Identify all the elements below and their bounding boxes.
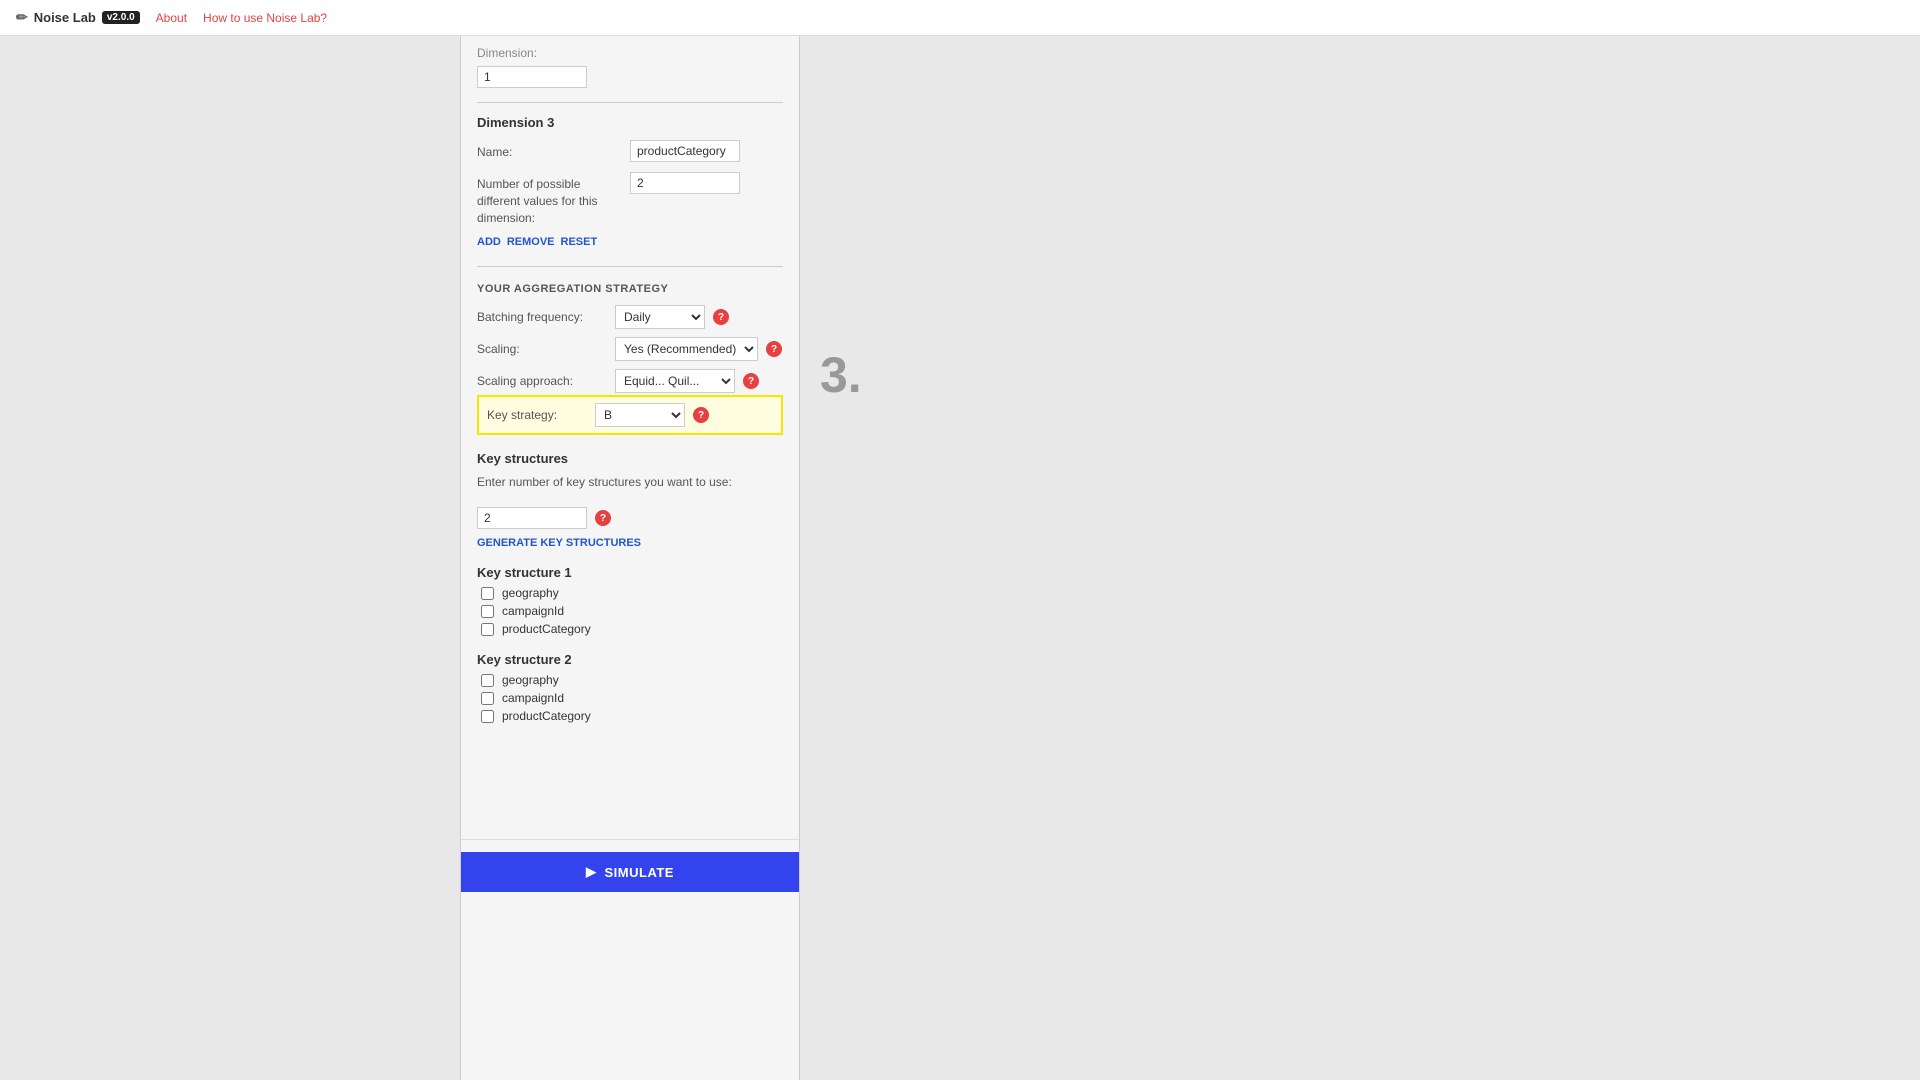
simulate-footer: ▶ SIMULATE <box>461 839 799 892</box>
key-structure-1-title: Key structure 1 <box>477 565 783 580</box>
num-values-field-row: Number of possible different values for … <box>477 172 783 226</box>
key-structure-1-group: Key structure 1 geography campaignId pro… <box>477 565 783 636</box>
step-annotation: 3. <box>820 346 862 404</box>
top-navigation: ✏ Noise Lab v2.0.0 About How to use Nois… <box>0 0 1920 36</box>
key-structure-2-group: Key structure 2 geography campaignId pro… <box>477 652 783 723</box>
batching-help-icon[interactable]: ? <box>713 309 729 325</box>
batching-label: Batching frequency: <box>477 310 607 324</box>
key-struct-num-row: Enter number of key structures you want … <box>477 474 783 499</box>
key-struct-2-checkbox-1[interactable] <box>481 674 494 687</box>
key-struct-1-label-2: campaignId <box>502 604 564 618</box>
app-logo: ✏ Noise Lab v2.0.0 <box>16 9 140 26</box>
reset-link[interactable]: RESET <box>561 236 598 248</box>
scaling-approach-label: Scaling approach: <box>477 374 607 388</box>
key-struct-1-item-1: geography <box>477 586 783 600</box>
about-link[interactable]: About <box>156 11 187 25</box>
num-values-input[interactable] <box>630 172 740 194</box>
divider-2 <box>477 266 783 267</box>
divider-1 <box>477 102 783 103</box>
name-field-row: Name: <box>477 140 783 162</box>
dimension-top-input[interactable] <box>477 66 587 88</box>
key-struct-2-label-1: geography <box>502 673 559 687</box>
key-struct-2-label-2: campaignId <box>502 691 564 705</box>
key-struct-2-item-2: campaignId <box>477 691 783 705</box>
scaling-help-icon[interactable]: ? <box>766 341 782 357</box>
key-struct-1-label-1: geography <box>502 586 559 600</box>
key-struct-count-input[interactable] <box>477 507 587 529</box>
key-struct-1-checkbox-1[interactable] <box>481 587 494 600</box>
panel-content: Dimension: Dimension 3 Name: Number of p… <box>461 36 799 839</box>
version-badge: v2.0.0 <box>102 11 140 24</box>
num-values-label: Number of possible different values for … <box>477 172 622 226</box>
dimension3-title: Dimension 3 <box>477 115 783 130</box>
key-struct-1-checkbox-3[interactable] <box>481 623 494 636</box>
key-structure-2-title: Key structure 2 <box>477 652 783 667</box>
how-to-use-link[interactable]: How to use Noise Lab? <box>203 11 327 25</box>
scaling-label: Scaling: <box>477 342 607 356</box>
key-strategy-label: Key strategy: <box>487 408 587 422</box>
key-struct-1-item-2: campaignId <box>477 604 783 618</box>
name-label: Name: <box>477 140 622 161</box>
scaling-approach-help-icon[interactable]: ? <box>743 373 759 389</box>
key-structures-section: Key structures Enter number of key struc… <box>477 451 783 723</box>
key-struct-2-item-3: productCategory <box>477 709 783 723</box>
key-struct-1-checkbox-2[interactable] <box>481 605 494 618</box>
key-struct-2-checkbox-3[interactable] <box>481 710 494 723</box>
app-name: Noise Lab <box>34 10 96 25</box>
key-struct-help-icon[interactable]: ? <box>595 510 611 526</box>
scaling-select[interactable]: Yes (Recommended) No <box>615 337 758 361</box>
add-link[interactable]: ADD <box>477 236 501 248</box>
key-structures-title: Key structures <box>477 451 783 466</box>
key-struct-1-label-3: productCategory <box>502 622 591 636</box>
simulate-label: SIMULATE <box>605 865 674 880</box>
pencil-icon: ✏ <box>16 9 28 26</box>
name-input[interactable] <box>630 140 740 162</box>
batching-row: Batching frequency: Daily Weekly Monthly… <box>477 305 783 329</box>
generate-key-structures-link[interactable]: GENERATE KEY STRUCTURES <box>477 537 783 549</box>
key-struct-2-label-3: productCategory <box>502 709 591 723</box>
simulate-play-icon: ▶ <box>586 864 597 880</box>
scaling-approach-row: Scaling approach: Equid... Quil... ? <box>477 369 783 393</box>
key-strategy-select[interactable]: B A C <box>595 403 685 427</box>
key-strategy-help-icon[interactable]: ? <box>693 407 709 423</box>
key-strategy-highlighted-row: Key strategy: B A C ? <box>477 395 783 435</box>
scaling-row: Scaling: Yes (Recommended) No ? <box>477 337 783 361</box>
key-struct-1-item-3: productCategory <box>477 622 783 636</box>
key-struct-2-item-1: geography <box>477 673 783 687</box>
key-struct-2-checkbox-2[interactable] <box>481 692 494 705</box>
dimension-top-partial: Dimension: <box>477 46 783 60</box>
remove-link[interactable]: REMOVE <box>507 236 555 248</box>
simulate-button[interactable]: ▶ SIMULATE <box>461 852 799 892</box>
action-links: ADD REMOVE RESET <box>477 236 783 248</box>
aggregation-section-title: YOUR AGGREGATION STRATEGY <box>477 283 783 295</box>
main-wrapper: 3. Dimension: Dimension 3 Name: Number o… <box>0 36 1920 1080</box>
batching-select[interactable]: Daily Weekly Monthly <box>615 305 705 329</box>
key-struct-description: Enter number of key structures you want … <box>477 474 732 491</box>
panel-container[interactable]: Dimension: Dimension 3 Name: Number of p… <box>460 36 800 1080</box>
scaling-approach-select[interactable]: Equid... Quil... <box>615 369 735 393</box>
key-struct-input-row: ? <box>477 507 783 529</box>
